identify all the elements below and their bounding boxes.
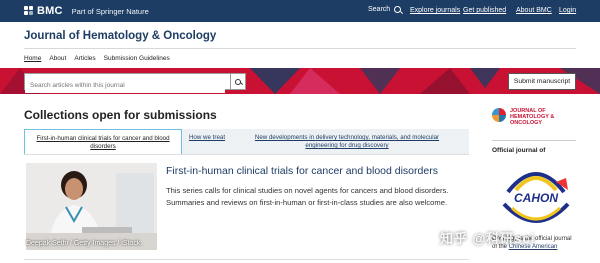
- tab-how-we-treat[interactable]: How we treat: [182, 129, 232, 154]
- cahon-logo-graphic: CAHON: [502, 172, 570, 223]
- official-journal-label: Official journal of: [492, 147, 546, 154]
- journal-logo-text: JOURNAL OF HEMATOLOGY & ONCOLOGY: [510, 108, 555, 126]
- journal-search-box: [24, 73, 246, 93]
- nav-about-bmc[interactable]: About BMC: [516, 7, 552, 14]
- subnav-home[interactable]: Home: [24, 55, 41, 62]
- subnav-about[interactable]: About: [49, 55, 66, 62]
- subnav-articles[interactable]: Articles: [74, 55, 95, 62]
- collection-image[interactable]: [26, 163, 157, 250]
- tab-first-in-human[interactable]: First-in-human clinical trials for cance…: [24, 129, 182, 154]
- search-icon: [235, 78, 241, 85]
- nav-explore-journals[interactable]: Explore journals: [410, 7, 460, 14]
- card-divider: [24, 259, 469, 260]
- search-icon: [394, 6, 402, 13]
- collection-card-description: This series calls for clinical studies o…: [166, 186, 449, 207]
- submit-manuscript-button[interactable]: Submit manuscript: [508, 73, 576, 90]
- sidebar-divider: [492, 140, 576, 141]
- journal-subnav: Home About Articles Submission Guideline…: [24, 55, 170, 62]
- collections-heading: Collections open for submissions: [24, 108, 217, 122]
- brand-name: BMC: [37, 5, 63, 17]
- nav-login[interactable]: Login: [559, 7, 576, 14]
- journal-logo-icon: [492, 108, 506, 122]
- collection-card-title[interactable]: First-in-human clinical trials for cance…: [166, 165, 438, 177]
- cahon-logo[interactable]: CAHON: [498, 160, 574, 234]
- journal-search-input[interactable]: [25, 78, 225, 93]
- journal-logo[interactable]: JOURNAL OF HEMATOLOGY & ONCOLOGY: [492, 108, 580, 126]
- bmc-brand[interactable]: BMC Part of Springer Nature: [24, 5, 149, 17]
- nav-get-published[interactable]: Get published: [463, 7, 506, 14]
- top-search-button[interactable]: Search: [368, 6, 402, 13]
- journal-search-button[interactable]: [230, 74, 245, 89]
- brand-tagline: Part of Springer Nature: [71, 6, 149, 16]
- header-divider: [24, 48, 576, 49]
- cahon-logo-text: CAHON: [514, 191, 558, 205]
- journal-title[interactable]: Journal of Hematology & Oncology: [24, 30, 216, 42]
- tab-delivery-technology[interactable]: New developments in delivery technology,…: [232, 129, 462, 154]
- top-bar: BMC Part of Springer Nature Search Explo…: [0, 0, 600, 22]
- subnav-submission-guidelines[interactable]: Submission Guidelines: [104, 55, 170, 62]
- image-credit: Deepak Sethi / Getty Images / iStock.: [26, 240, 143, 247]
- collection-tabs: First-in-human clinical trials for cance…: [24, 129, 469, 155]
- top-search-label: Search: [368, 6, 391, 13]
- bmc-logo-icon: [24, 6, 34, 16]
- doctor-illustration: [26, 163, 157, 250]
- zhihu-watermark: 知乎 @科研sci: [440, 231, 536, 246]
